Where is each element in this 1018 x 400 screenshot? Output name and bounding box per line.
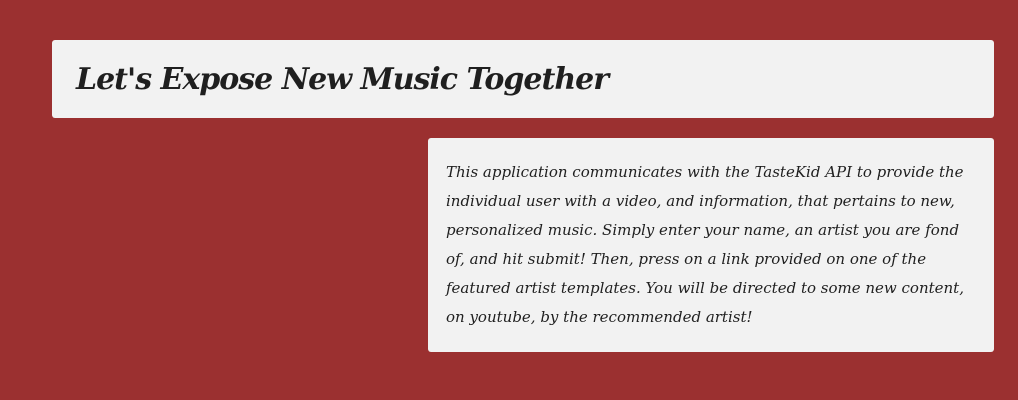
page-title: Let's Expose New Music Together: [76, 61, 609, 97]
intro-panel: This application communicates with the T…: [428, 138, 994, 352]
intro-description: This application communicates with the T…: [446, 163, 964, 326]
header-banner: Let's Expose New Music Together: [52, 40, 994, 118]
